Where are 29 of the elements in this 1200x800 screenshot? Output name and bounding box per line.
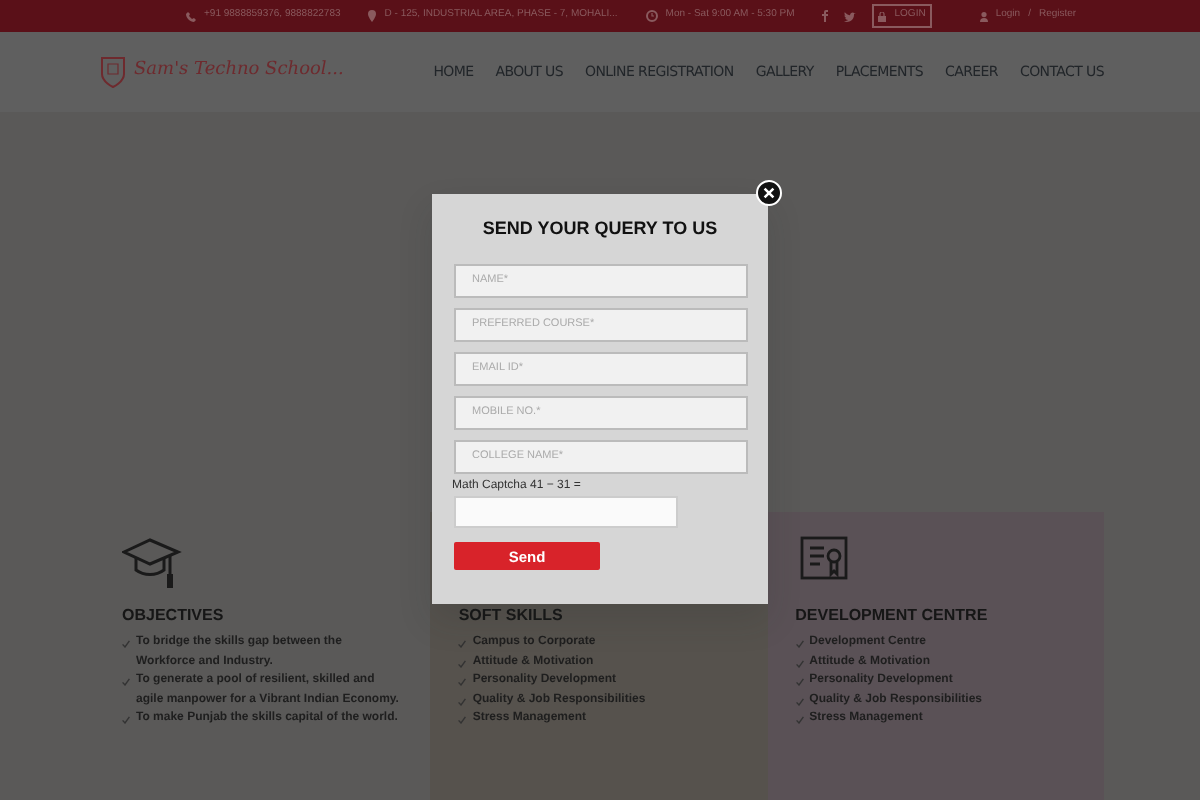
check-icon	[122, 678, 130, 686]
phone-icon	[186, 11, 196, 21]
check-icon	[458, 659, 467, 667]
check-icon	[795, 678, 804, 686]
modal-title: SEND YOUR QUERY TO US	[480, 216, 720, 242]
check-icon	[458, 640, 467, 648]
lock-icon	[878, 11, 887, 21]
check-icon	[458, 716, 467, 724]
user-icon	[979, 11, 988, 21]
facebook-icon	[822, 10, 829, 22]
check-icon	[795, 659, 804, 667]
captcha-field[interactable]	[454, 495, 678, 527]
check-icon	[458, 697, 467, 705]
graduation-cap-icon	[122, 536, 182, 590]
location-pin-icon	[368, 10, 377, 22]
card-title: DEVELOPMENT CENTRE	[795, 604, 990, 628]
clock-icon	[645, 10, 658, 22]
check-icon	[795, 716, 804, 724]
close-icon[interactable]	[756, 180, 782, 206]
card-title: SOFT SKILLS	[458, 604, 565, 628]
check-icon	[122, 716, 130, 724]
check-icon	[458, 678, 467, 686]
check-icon	[122, 640, 130, 648]
card-title: OBJECTIVES	[122, 604, 226, 628]
check-icon	[795, 640, 804, 648]
crest-icon	[100, 56, 126, 88]
certificate-icon	[799, 536, 848, 584]
twitter-icon	[844, 11, 857, 21]
check-icon	[795, 697, 804, 705]
